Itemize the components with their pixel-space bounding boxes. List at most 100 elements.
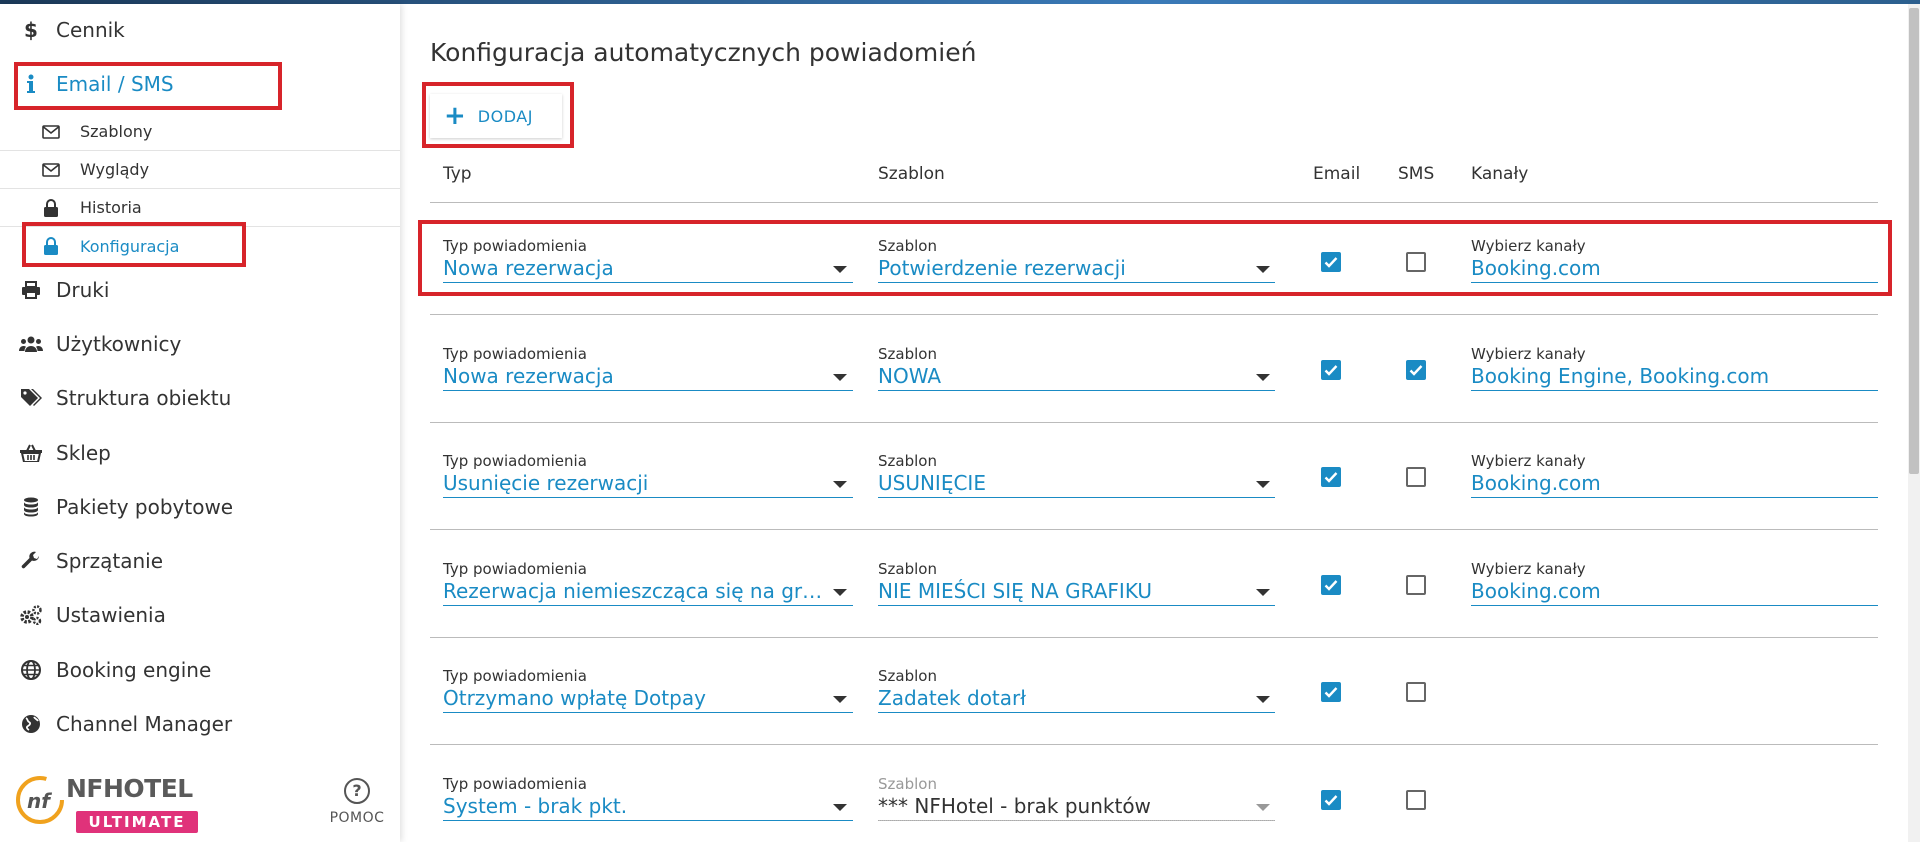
sidebar-item-uzytkownicy[interactable]: Użytkownicy [0,324,400,364]
typ-select[interactable]: Otrzymano wpłatę Dotpay [443,686,831,710]
envelope-icon [40,159,62,181]
sidebar-subitem-konfiguracja[interactable]: Konfiguracja [0,227,400,265]
szablon-underline [878,712,1275,713]
kanaly-field-label: Wybierz kanały [1471,559,1586,578]
typ-select[interactable]: Rezerwacja niemieszcząca się na gra... [443,579,831,603]
column-header-sms: SMS [1398,164,1435,184]
sidebar-subitem-wyglady[interactable]: Wyglądy [0,151,400,189]
chevron-down-icon[interactable] [1256,696,1270,703]
szablon-field-label: Szablon [878,774,937,793]
email-checkbox[interactable] [1321,252,1341,272]
sidebar-item-struktura-obiektu[interactable]: Struktura obiektu [0,378,400,418]
sms-checkbox[interactable] [1406,252,1426,272]
kanaly-select[interactable]: Booking Engine, Booking.com [1471,364,1871,388]
sms-checkbox[interactable] [1406,467,1426,487]
sidebar-item-email-sms[interactable]: Email / SMS [0,64,400,104]
sidebar-item-ustawienia[interactable]: Ustawienia [0,595,400,635]
kanaly-select[interactable]: Booking.com [1471,256,1871,280]
chevron-down-icon[interactable] [1256,588,1270,596]
chevron-down-icon[interactable] [833,266,847,273]
szablon-select[interactable]: USUNIĘCIE [878,471,1248,495]
chevron-down-icon[interactable] [1256,266,1270,273]
sms-checkbox[interactable] [1406,682,1426,702]
typ-field-label: Typ powiadomienia [443,237,587,255]
chevron-down-icon[interactable] [833,803,847,811]
column-header-kanaly: Kanały [1471,164,1529,184]
sidebar-item-label: Druki [56,278,110,302]
sidebar-item-druki[interactable]: Druki [0,270,400,310]
sms-checkbox[interactable] [1406,359,1426,380]
sidebar-item-label: Cennik [56,18,125,42]
row-divider [430,636,1878,638]
email-checkbox[interactable] [1321,467,1341,487]
sms-checkbox[interactable] [1406,574,1426,595]
sidebar: $ Cennik Email / SMS Szablony Wyglądy Hi… [0,4,400,842]
chevron-down-icon[interactable] [833,481,847,488]
typ-underline [443,604,853,606]
sidebar-subitem-label: Szablony [80,122,153,141]
szablon-field-label: Szablon [878,559,937,578]
sidebar-subitem-label: Historia [80,198,142,217]
szablon-field-label: Szablon [878,237,937,255]
chevron-down-icon[interactable] [833,373,847,381]
chevron-down-icon[interactable] [833,588,847,596]
users-icon [19,332,43,356]
globe-icon [19,658,43,682]
add-button[interactable]: + DODAJ [430,94,562,138]
lock-icon [40,235,62,257]
sidebar-item-sprzatanie[interactable]: Sprzątanie [0,541,400,581]
column-header-email: Email [1313,164,1361,184]
email-checkbox[interactable] [1321,574,1341,595]
header-divider [430,202,1878,203]
typ-select[interactable]: Usunięcie rezerwacji [443,471,831,495]
sidebar-subitem-szablony[interactable]: Szablony [0,113,400,151]
email-checkbox[interactable] [1321,682,1341,702]
szablon-select[interactable]: NIE MIEŚCI SIĘ NA GRAFIKU [878,579,1248,603]
dollar-icon: $ [24,18,38,42]
szablon-select[interactable]: Zadatek dotarł [878,686,1248,710]
row-divider [430,744,1878,745]
typ-underline [443,712,853,713]
kanaly-field-label: Wybierz kanały [1471,452,1586,470]
szablon-field-label: Szablon [878,667,937,685]
printer-icon [19,278,43,302]
row-divider [430,314,1878,315]
info-icon [19,72,43,96]
typ-select[interactable]: Nowa rezerwacja [443,364,831,388]
chevron-down-icon[interactable] [1256,373,1270,381]
kanaly-select[interactable]: Booking.com [1471,471,1871,495]
sidebar-subitem-historia[interactable]: Historia [0,189,400,227]
typ-select[interactable]: Nowa rezerwacja [443,256,831,280]
sidebar-item-pakiety-pobytowe[interactable]: Pakiety pobytowe [0,487,400,527]
typ-select[interactable]: System - brak pkt. [443,794,831,818]
szablon-select[interactable]: NOWA [878,364,1248,388]
szablon-select[interactable]: *** NFHotel - brak punktów [878,794,1248,818]
sidebar-item-booking-engine[interactable]: Booking engine [0,650,400,690]
help-button[interactable]: ? POMOC [320,778,394,826]
chevron-down-icon[interactable] [1256,803,1270,811]
sidebar-item-channel-manager[interactable]: Channel Manager [0,704,400,744]
szablon-underline [878,389,1275,391]
sidebar-item-label: Sklep [56,441,111,465]
globe-half-icon [19,712,43,736]
row-divider [430,421,1878,423]
chevron-down-icon[interactable] [833,696,847,703]
scrollbar-thumb[interactable] [1909,8,1919,474]
sidebar-item-label: Ustawienia [56,603,166,627]
typ-field-label: Typ powiadomienia [443,559,587,578]
sidebar-item-sklep[interactable]: Sklep [0,433,400,473]
email-checkbox[interactable] [1321,359,1341,380]
basket-icon [19,441,43,465]
szablon-select[interactable]: Potwierdzenie rezerwacji [878,256,1248,280]
chevron-down-icon[interactable] [1256,481,1270,488]
typ-field-label: Typ powiadomienia [443,452,587,470]
kanaly-select[interactable]: Booking.com [1471,579,1871,603]
sidebar-subitem-label: Konfiguracja [80,236,180,256]
typ-underline [443,282,853,283]
gears-icon [19,603,43,627]
sidebar-item-cennik[interactable]: $ Cennik [0,10,400,50]
kanaly-underline [1471,389,1878,391]
email-checkbox[interactable] [1321,789,1341,810]
sms-checkbox[interactable] [1406,789,1426,810]
szablon-underline [878,282,1275,283]
